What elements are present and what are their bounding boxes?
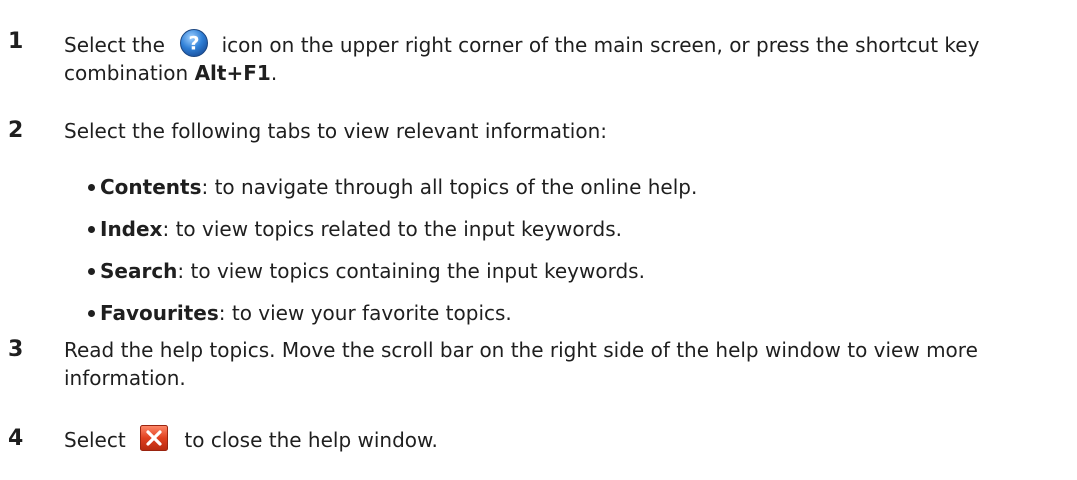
close-icon [140, 425, 169, 451]
list-item-index: Index: to view topics related to the inp… [88, 215, 622, 243]
list-item-search: Search: to view topics containing the in… [88, 257, 645, 285]
tab-name: Index [100, 217, 163, 241]
step-1-period: . [270, 61, 278, 85]
step-4-post-icon-text: to close the help window. [184, 428, 438, 452]
help-icon: ? [180, 29, 209, 57]
tab-description: : to view your favorite topics. [218, 301, 512, 325]
step-4-line-1: Select to close the help window. [64, 425, 1064, 454]
bullet-icon [88, 267, 95, 275]
step-1-pre-icon-text: Select the [64, 33, 165, 57]
bullet-icon [88, 183, 95, 191]
step-text: Select the following tabs to view releva… [64, 119, 608, 143]
step-1-combination-text: combination [64, 61, 195, 85]
tab-description: : to navigate through all topics of the … [201, 175, 698, 199]
tab-name: Favourites [100, 301, 219, 325]
list-item-contents: Contents: to navigate through all topics… [88, 173, 697, 201]
tab-description: : to view topics containing the input ke… [177, 259, 645, 283]
bullet-icon [88, 225, 95, 233]
svg-text:?: ? [189, 33, 200, 55]
step-1-line-2: combination Alt+F1. [64, 59, 1064, 87]
step-text: Read the help topics. Move the scroll ba… [64, 336, 1064, 392]
step-number: 4 [8, 426, 24, 451]
step-4-pre-icon-text: Select [64, 428, 126, 452]
tab-name: Search [100, 259, 178, 283]
step-1-post-icon-text: icon on the upper right corner of the ma… [221, 33, 980, 57]
step-text: Select the ? icon on the upper right cor… [64, 28, 1064, 87]
tab-name: Contents [100, 175, 202, 199]
step-3-line-1: Read the help topics. Move the scroll ba… [64, 338, 978, 362]
step-text: Select to close the help window. [64, 425, 1064, 454]
list-item-favourites: Favourites: to view your favorite topics… [88, 299, 512, 327]
step-1-line-1: Select the ? icon on the upper right cor… [64, 28, 1064, 59]
tab-description: : to view topics related to the input ke… [162, 217, 622, 241]
bullet-icon [88, 309, 95, 317]
shortcut-key: Alt+F1 [194, 61, 271, 85]
step-number: 3 [8, 337, 24, 362]
step-3-line-2: information. [64, 366, 186, 390]
step-number: 1 [8, 29, 24, 54]
step-number: 2 [8, 118, 24, 143]
